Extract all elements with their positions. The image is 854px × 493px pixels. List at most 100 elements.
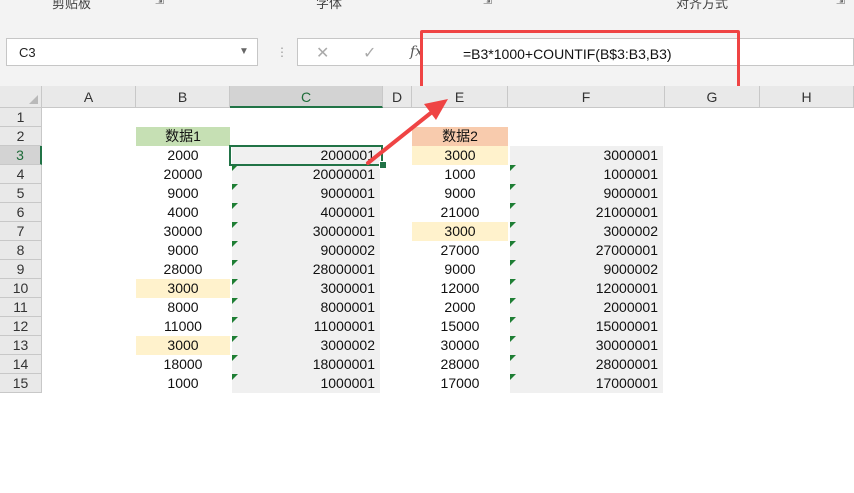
- cell-f14[interactable]: 28000001: [510, 355, 663, 374]
- cell-c15[interactable]: 1000001: [232, 374, 380, 393]
- clipboard-launcher-icon[interactable]: ⇲: [155, 0, 164, 7]
- cell-e11[interactable]: 2000: [412, 298, 508, 317]
- column-header-d[interactable]: D: [383, 86, 412, 108]
- cell-f9[interactable]: 9000002: [510, 260, 663, 279]
- cell-c4[interactable]: 20000001: [232, 165, 380, 184]
- chevron-down-icon[interactable]: ▼: [239, 46, 249, 57]
- cell-c12[interactable]: 11000001: [232, 317, 380, 336]
- cell-e7[interactable]: 3000: [412, 222, 508, 241]
- cell-b6[interactable]: 4000: [136, 203, 230, 222]
- cell-b3[interactable]: 2000: [136, 146, 230, 165]
- row-header-10[interactable]: 10: [0, 279, 42, 298]
- column-header-c[interactable]: C: [230, 86, 383, 108]
- ribbon-strip: 剪贴板 ⇲ 字体 ⇲ 对齐方式 ⇲: [0, 0, 854, 23]
- cell-c7[interactable]: 30000001: [232, 222, 380, 241]
- cell-f7[interactable]: 3000002: [510, 222, 663, 241]
- column-header-a[interactable]: A: [42, 86, 136, 108]
- cell-e1[interactable]: [412, 108, 508, 127]
- cell-f4[interactable]: 1000001: [510, 165, 663, 184]
- cell-e12[interactable]: 15000: [412, 317, 508, 336]
- cell-f13[interactable]: 30000001: [510, 336, 663, 355]
- cell-f3[interactable]: 3000001: [510, 146, 663, 165]
- cell-c6[interactable]: 4000001: [232, 203, 380, 222]
- row-header-14[interactable]: 14: [0, 355, 42, 374]
- cell-e14[interactable]: 28000: [412, 355, 508, 374]
- cell-e15[interactable]: 17000: [412, 374, 508, 393]
- cell-e10[interactable]: 12000: [412, 279, 508, 298]
- cell-f5[interactable]: 9000001: [510, 184, 663, 203]
- cell-b7[interactable]: 30000: [136, 222, 230, 241]
- cell-b10[interactable]: 3000: [136, 279, 230, 298]
- cell-b1[interactable]: [136, 108, 230, 127]
- cell-c1[interactable]: [232, 108, 380, 127]
- cell-f2[interactable]: [510, 127, 663, 146]
- row-header-12[interactable]: 12: [0, 317, 42, 336]
- column-header-g[interactable]: G: [665, 86, 760, 108]
- row-header-8[interactable]: 8: [0, 241, 42, 260]
- row-header-4[interactable]: 4: [0, 165, 42, 184]
- fill-handle[interactable]: [379, 161, 387, 169]
- cell-b15[interactable]: 1000: [136, 374, 230, 393]
- splitter-dots-icon[interactable]: ⋮: [276, 45, 288, 59]
- enter-check-icon[interactable]: ✓: [363, 43, 376, 63]
- cell-f8[interactable]: 27000001: [510, 241, 663, 260]
- row-header-1[interactable]: 1: [0, 108, 42, 127]
- column-header-b[interactable]: B: [136, 86, 230, 108]
- error-indicator-icon: [510, 165, 516, 171]
- cell-e3[interactable]: 3000: [412, 146, 508, 165]
- cell-e6[interactable]: 21000: [412, 203, 508, 222]
- error-indicator-icon: [232, 298, 238, 304]
- cell-b8[interactable]: 9000: [136, 241, 230, 260]
- row-header-6[interactable]: 6: [0, 203, 42, 222]
- cell-b2[interactable]: 数据1: [136, 127, 230, 146]
- cell-e8[interactable]: 27000: [412, 241, 508, 260]
- cell-b13[interactable]: 3000: [136, 336, 230, 355]
- ribbon-group-alignment[interactable]: 对齐方式: [676, 0, 728, 12]
- worksheet-grid[interactable]: A B C D E F G H 1 2 数据1 数据2 3 2000 2000001 3000 3000001 4…: [0, 86, 854, 493]
- error-indicator-icon: [510, 222, 516, 228]
- cancel-icon[interactable]: ✕: [316, 43, 329, 63]
- cell-c2[interactable]: [232, 127, 380, 146]
- row-header-7[interactable]: 7: [0, 222, 42, 241]
- row-header-11[interactable]: 11: [0, 298, 42, 317]
- cell-e13[interactable]: 30000: [412, 336, 508, 355]
- font-launcher-icon[interactable]: ⇲: [483, 0, 492, 7]
- cell-e4[interactable]: 1000: [412, 165, 508, 184]
- row-header-13[interactable]: 13: [0, 336, 42, 355]
- cell-c14[interactable]: 18000001: [232, 355, 380, 374]
- column-header-e[interactable]: E: [412, 86, 508, 108]
- name-box[interactable]: C3 ▼: [6, 38, 258, 66]
- cell-f15[interactable]: 17000001: [510, 374, 663, 393]
- cell-b11[interactable]: 8000: [136, 298, 230, 317]
- cell-f1[interactable]: [510, 108, 663, 127]
- cell-c5[interactable]: 9000001: [232, 184, 380, 203]
- cell-b4[interactable]: 20000: [136, 165, 230, 184]
- cell-c9[interactable]: 28000001: [232, 260, 380, 279]
- cell-f11[interactable]: 2000001: [510, 298, 663, 317]
- cell-c13[interactable]: 3000002: [232, 336, 380, 355]
- cell-e9[interactable]: 9000: [412, 260, 508, 279]
- column-header-f[interactable]: F: [508, 86, 665, 108]
- column-header-h[interactable]: H: [760, 86, 854, 108]
- cell-b5[interactable]: 9000: [136, 184, 230, 203]
- row-header-15[interactable]: 15: [0, 374, 42, 393]
- cell-e5[interactable]: 9000: [412, 184, 508, 203]
- alignment-launcher-icon[interactable]: ⇲: [836, 0, 845, 7]
- select-all-button[interactable]: [0, 86, 42, 108]
- cell-c8[interactable]: 9000002: [232, 241, 380, 260]
- row-header-3[interactable]: 3: [0, 146, 42, 165]
- row-header-9[interactable]: 9: [0, 260, 42, 279]
- row-header-2[interactable]: 2: [0, 127, 42, 146]
- cell-b12[interactable]: 11000: [136, 317, 230, 336]
- ribbon-group-clipboard[interactable]: 剪贴板: [52, 0, 91, 12]
- cell-c11[interactable]: 8000001: [232, 298, 380, 317]
- cell-f12[interactable]: 15000001: [510, 317, 663, 336]
- cell-c10[interactable]: 3000001: [232, 279, 380, 298]
- ribbon-group-font[interactable]: 字体: [316, 0, 342, 12]
- cell-b14[interactable]: 18000: [136, 355, 230, 374]
- row-header-5[interactable]: 5: [0, 184, 42, 203]
- cell-e2[interactable]: 数据2: [412, 127, 508, 146]
- cell-f10[interactable]: 12000001: [510, 279, 663, 298]
- cell-b9[interactable]: 28000: [136, 260, 230, 279]
- cell-f6[interactable]: 21000001: [510, 203, 663, 222]
